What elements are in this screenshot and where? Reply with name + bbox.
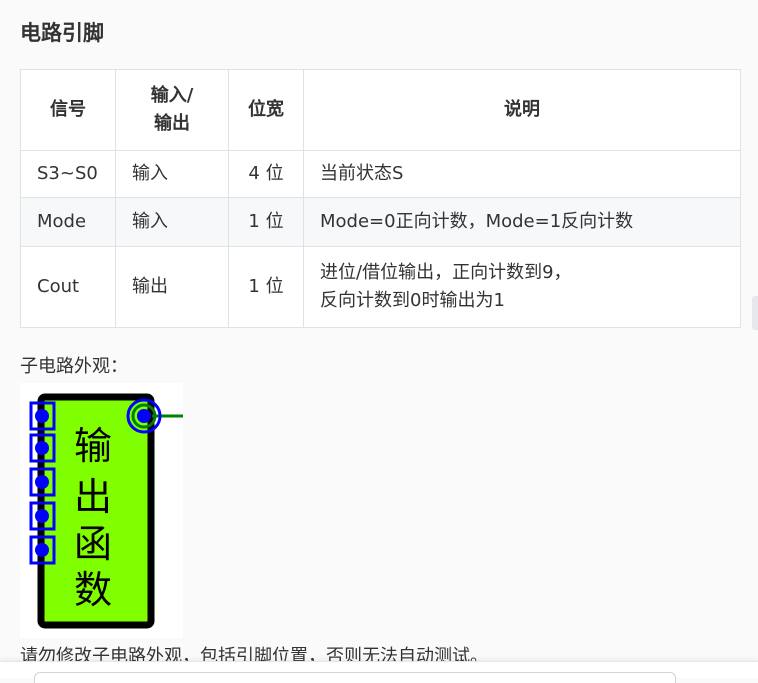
subcircuit-diagram: 输 出 函 数 — [29, 393, 183, 629]
cell-signal: Mode — [20, 197, 116, 247]
circuit-label-char: 输 — [74, 424, 112, 468]
pin-table: 信号 输入/ 输出 位宽 说明 S3~S0 输入 4 位 当前状态S Mode … — [20, 69, 741, 328]
cell-desc-line1: 进位/借位输出，正向计数到9， — [320, 262, 572, 283]
scroll-handle[interactable] — [752, 296, 758, 330]
cell-width: 4 位 — [228, 150, 304, 198]
circuit-label-char: 数 — [74, 568, 112, 612]
header-io: 输入/ 输出 — [115, 69, 229, 151]
cell-desc: Mode=0正向计数，Mode=1反向计数 — [303, 197, 741, 247]
cell-io: 输入 — [115, 150, 229, 198]
input-pin-dot — [35, 509, 49, 523]
cell-desc-line2: 反向计数到0时输出为1 — [320, 290, 505, 311]
input-pin-dot — [35, 475, 49, 489]
cell-signal: S3~S0 — [20, 150, 116, 198]
chat-input[interactable] — [34, 672, 676, 683]
header-io-line2: 输出 — [154, 113, 190, 134]
cell-desc: 进位/借位输出，正向计数到9， 反向计数到0时输出为1 — [303, 246, 741, 328]
header-signal: 信号 — [20, 69, 116, 151]
table-row: S3~S0 输入 4 位 当前状态S — [20, 150, 741, 198]
output-pin-dot — [137, 409, 151, 423]
appearance-label: 子电路外观： — [20, 356, 128, 377]
subcircuit-image: 输 出 函 数 — [20, 383, 183, 638]
table-row: Cout 输出 1 位 进位/借位输出，正向计数到9， 反向计数到0时输出为1 — [20, 246, 741, 328]
section-title: 电路引脚 — [20, 21, 104, 45]
cell-io: 输出 — [115, 246, 229, 328]
input-pin-dot — [35, 441, 49, 455]
header-io-line1: 输入/ — [150, 85, 194, 106]
header-width: 位宽 — [228, 69, 304, 151]
table-row: Mode 输入 1 位 Mode=0正向计数，Mode=1反向计数 — [20, 197, 741, 247]
circuit-label-char: 出 — [74, 475, 112, 519]
table-header-row: 信号 输入/ 输出 位宽 说明 — [20, 69, 741, 151]
cell-io: 输入 — [115, 197, 229, 247]
cell-desc: 当前状态S — [303, 150, 741, 198]
cell-signal: Cout — [20, 246, 116, 328]
input-pin-dot — [35, 543, 49, 557]
header-desc: 说明 — [303, 69, 741, 151]
cell-width: 1 位 — [228, 246, 304, 328]
circuit-label-char: 函 — [74, 522, 112, 566]
cell-desc-line1: 当前状态S — [320, 163, 404, 184]
input-pin-dot — [35, 409, 49, 423]
cell-width: 1 位 — [228, 197, 304, 247]
cell-desc-line1: Mode=0正向计数，Mode=1反向计数 — [320, 211, 634, 232]
